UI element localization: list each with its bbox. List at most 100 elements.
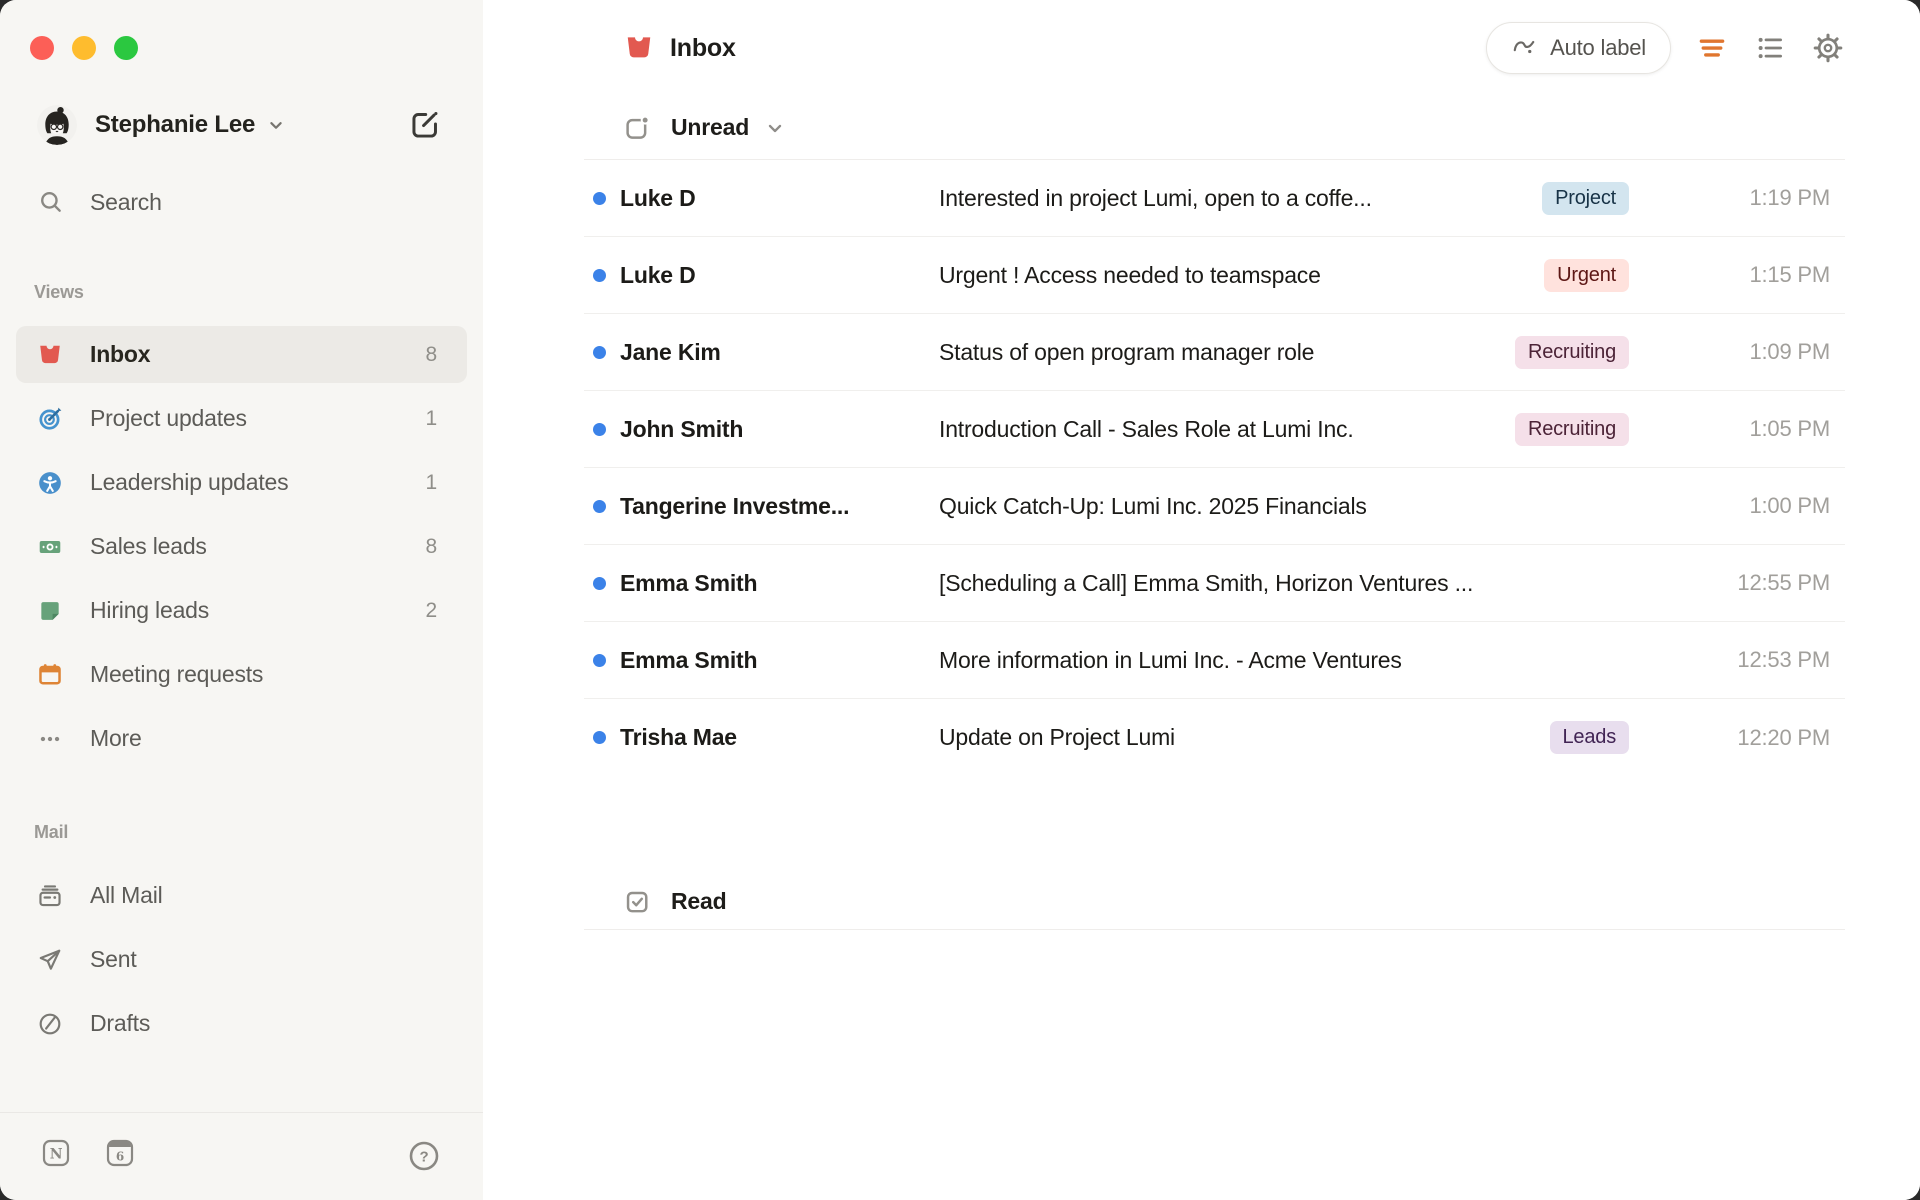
help-icon[interactable]: ? — [407, 1139, 441, 1173]
email-tag[interactable]: Project — [1542, 181, 1629, 215]
search-icon — [41, 192, 61, 212]
main-pane: Inbox Auto label Unread Luke D Intereste… — [483, 0, 1920, 1200]
email-row[interactable]: John Smith Introduction Call - Sales Rol… — [584, 391, 1845, 468]
auto-label-text: Auto label — [1550, 35, 1646, 60]
ellipsis-icon — [37, 726, 63, 752]
filter-icon — [1699, 39, 1725, 57]
person-circle-icon — [37, 470, 63, 496]
sidebar-item-label: Drafts — [90, 1010, 151, 1036]
compose-button[interactable] — [408, 108, 442, 142]
search-button[interactable]: Search — [38, 186, 162, 218]
unread-count: 8 — [425, 342, 438, 366]
sidebar-item-project-updates[interactable]: Project updates 1 — [16, 390, 467, 447]
calendar-icon — [37, 662, 63, 688]
unread-dot — [593, 345, 606, 359]
sidebar-item-more[interactable]: More — [16, 710, 467, 767]
read-checkbox-icon[interactable] — [624, 888, 651, 915]
unread-icon — [626, 115, 650, 139]
read-section-label: Read — [671, 888, 727, 914]
filter-button[interactable] — [1695, 31, 1729, 65]
email-row[interactable]: Luke D Urgent ! Access needed to teamspa… — [584, 237, 1845, 314]
sidebar-item-label: All Mail — [90, 882, 163, 908]
sidebar-item-sent[interactable]: Sent — [16, 931, 467, 988]
svg-text:N: N — [50, 1147, 63, 1163]
email-time: 1:05 PM — [1749, 416, 1830, 441]
banknote-icon — [37, 534, 63, 560]
auto-label-button[interactable]: Auto label — [1486, 22, 1671, 74]
email-sender: Tangerine Investme... — [620, 492, 850, 519]
profile-name: Stephanie Lee — [95, 111, 256, 138]
note-icon — [37, 598, 63, 624]
sidebar-footer: N 6 ? — [0, 1136, 483, 1180]
sidebar-item-label: Hiring leads — [90, 597, 210, 623]
list-gap — [584, 776, 1845, 874]
sidebar-item-drafts[interactable]: Drafts — [16, 995, 467, 1052]
draft-pencil-icon — [37, 1011, 63, 1037]
email-row[interactable]: Jane Kim Status of open program manager … — [584, 314, 1845, 391]
chevron-down-icon — [265, 114, 287, 136]
sidebar-item-label: Meeting requests — [90, 661, 264, 687]
avatar — [37, 105, 77, 145]
inbox-icon — [37, 342, 63, 368]
email-sender: Emma Smith — [620, 569, 758, 596]
sidebar-item-label: Leadership updates — [90, 469, 289, 495]
sidebar-item-label: Inbox — [90, 341, 151, 367]
gear-icon — [1813, 33, 1843, 63]
email-sender: John Smith — [620, 415, 744, 442]
email-tag[interactable]: Leads — [1549, 721, 1629, 754]
sidebar-item-label: Sales leads — [90, 533, 207, 559]
email-sender: Trisha Mae — [620, 724, 737, 750]
zoom-button[interactable] — [114, 36, 138, 60]
unread-email-list: Luke D Interested in project Lumi, open … — [584, 160, 1845, 776]
email-tag[interactable]: Recruiting — [1514, 412, 1629, 446]
email-sender: Luke D — [620, 184, 696, 211]
email-sender: Luke D — [620, 261, 696, 288]
email-subject: [Scheduling a Call] Emma Smith, Horizon … — [939, 569, 1474, 596]
sidebar-item-label: More — [90, 725, 142, 751]
unread-dot — [593, 653, 606, 667]
email-subject: Quick Catch-Up: Lumi Inc. 2025 Financial… — [939, 492, 1367, 519]
svg-text:6: 6 — [116, 1150, 124, 1164]
unread-dot — [593, 499, 606, 513]
list-view-button[interactable] — [1753, 31, 1787, 65]
email-time: 1:19 PM — [1749, 185, 1830, 210]
email-row[interactable]: Trisha Mae Update on Project Lumi Leads … — [584, 699, 1845, 776]
read-section-header: Read — [584, 874, 1845, 930]
email-subject: Interested in project Lumi, open to a co… — [939, 184, 1372, 211]
sidebar-item-meeting-requests[interactable]: Meeting requests — [16, 646, 467, 703]
unread-dot — [593, 268, 606, 282]
email-time: 12:55 PM — [1737, 570, 1830, 595]
email-row[interactable]: Emma Smith More information in Lumi Inc.… — [584, 622, 1845, 699]
chevron-down-icon[interactable] — [763, 116, 787, 140]
sidebar-item-inbox[interactable]: Inbox 8 — [16, 326, 467, 383]
email-tag[interactable]: Recruiting — [1514, 335, 1629, 369]
email-time: 12:53 PM — [1737, 647, 1830, 672]
email-row[interactable]: Tangerine Investme... Quick Catch-Up: Lu… — [584, 468, 1845, 545]
email-subject: Update on Project Lumi — [939, 724, 1175, 750]
page-title: Inbox — [670, 33, 736, 62]
inbox-icon — [627, 37, 651, 58]
sidebar-item-all-mail[interactable]: All Mail — [16, 867, 467, 924]
sidebar-footer-divider — [0, 1112, 483, 1113]
settings-button[interactable] — [1811, 31, 1845, 65]
notion-app-icon[interactable]: N — [42, 1139, 70, 1167]
unread-count: 1 — [425, 406, 438, 430]
email-row[interactable]: Emma Smith [Scheduling a Call] Emma Smit… — [584, 545, 1845, 622]
calendar-app-icon[interactable]: 6 — [106, 1139, 134, 1167]
email-sender: Emma Smith — [620, 646, 758, 673]
views-section-label: Views — [34, 282, 84, 302]
unread-dot — [593, 576, 606, 590]
sidebar-item-sales-leads[interactable]: Sales leads 8 — [16, 518, 467, 575]
email-tag[interactable]: Urgent — [1544, 258, 1629, 292]
email-time: 12:20 PM — [1737, 724, 1830, 750]
window-controls — [30, 36, 138, 60]
email-time: 1:15 PM — [1749, 262, 1830, 287]
minimize-button[interactable] — [72, 36, 96, 60]
email-subject: Urgent ! Access needed to teamspace — [939, 261, 1321, 288]
close-button[interactable] — [30, 36, 54, 60]
sidebar-item-leadership-updates[interactable]: Leadership updates 1 — [16, 454, 467, 511]
unread-count: 2 — [425, 598, 438, 622]
account-switcher[interactable]: Stephanie Lee — [37, 105, 287, 145]
email-row[interactable]: Luke D Interested in project Lumi, open … — [584, 160, 1845, 237]
sidebar-item-hiring-leads[interactable]: Hiring leads 2 — [16, 582, 467, 639]
